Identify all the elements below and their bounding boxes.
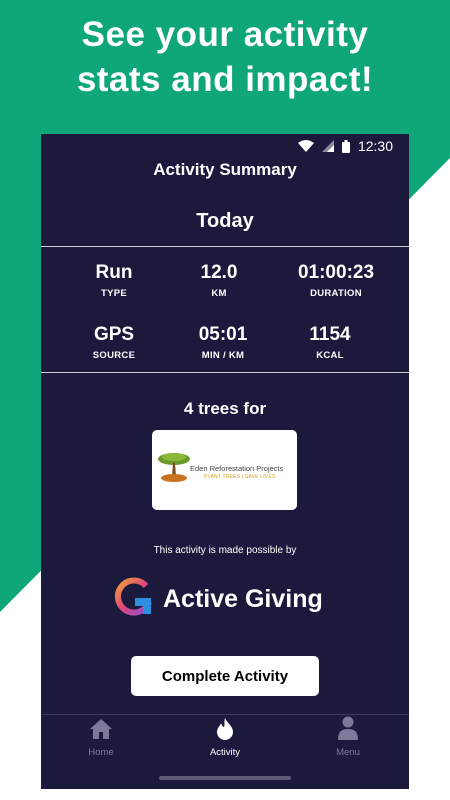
nav-item-home[interactable]: Home (51, 717, 151, 758)
stat-duration: 01:00:23 DURATION (281, 262, 391, 299)
stat-label: SOURCE (92, 350, 136, 361)
bottom-navigation: Home Activity Menu (41, 714, 409, 789)
divider-top (41, 246, 409, 247)
stat-pace: 05:01 MIN / KM (168, 324, 278, 361)
stat-calories: 1154 KCAL (275, 324, 385, 361)
brand-name: Active Giving (163, 585, 323, 613)
stat-value: 01:00:23 (297, 262, 375, 283)
stat-label: KCAL (316, 350, 344, 361)
stat-value: 1154 (309, 324, 351, 345)
promo-headline: See your activity stats and impact! (0, 12, 450, 102)
stat-value: 05:01 (198, 324, 248, 345)
partner-tagline: PLANT TREES | SAVE LIVES (204, 474, 276, 480)
battery-icon (341, 139, 350, 153)
partner-name: Eden Reforestation Projects (190, 464, 284, 473)
home-icon (89, 718, 113, 743)
headline-line-2: stats and impact! (76, 60, 374, 99)
stat-label: KM (211, 288, 227, 299)
active-giving-logo-icon (114, 577, 155, 622)
nav-label-menu: Menu (336, 747, 360, 758)
divider-bottom (41, 372, 409, 373)
stat-label: TYPE (100, 288, 127, 299)
home-indicator-bar[interactable] (159, 776, 291, 780)
acacia-tree-logo-icon (156, 450, 192, 489)
nav-label-activity: Activity (209, 747, 241, 758)
flame-icon (216, 717, 234, 743)
stat-value: Run (95, 262, 133, 283)
phone-screen: 12:30 Activity Summary Today Run TYPE 12… (41, 134, 409, 789)
partner-logo-card[interactable]: Eden Reforestation Projects PLANT TREES … (152, 430, 297, 510)
stat-distance: 12.0 KM (164, 262, 274, 299)
status-bar: 12:30 (41, 134, 409, 158)
nav-item-menu[interactable]: Menu (298, 716, 398, 758)
status-time: 12:30 (357, 138, 393, 154)
stat-label: MIN / KM (201, 350, 245, 361)
app-bar-title: Activity Summary (153, 160, 297, 179)
signal-icon (321, 140, 334, 152)
stat-label: DURATION (310, 288, 362, 299)
complete-activity-button[interactable]: Complete Activity (131, 656, 319, 696)
wifi-icon (297, 140, 314, 152)
sponsor-caption: This activity is made possible by (153, 545, 297, 556)
person-icon (338, 716, 358, 743)
section-title-today: Today (196, 210, 254, 232)
trees-impact-title: 4 trees for (183, 399, 267, 418)
stat-source: GPS SOURCE (59, 324, 169, 361)
nav-item-activity[interactable]: Activity (175, 717, 275, 758)
stat-type: Run TYPE (59, 262, 169, 299)
sponsor-brand: Active Giving (114, 577, 323, 622)
headline-line-1: See your activity (81, 15, 369, 54)
stat-value: GPS (93, 324, 135, 345)
stat-value: 12.0 (200, 262, 238, 283)
nav-label-home: Home (88, 747, 114, 758)
